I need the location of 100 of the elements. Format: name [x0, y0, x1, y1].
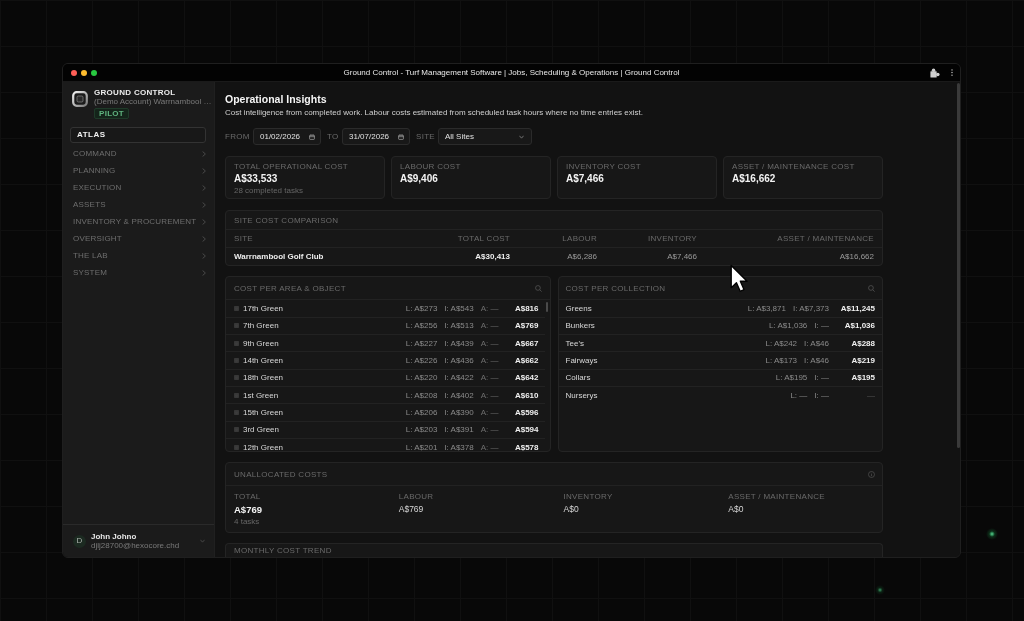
nav-item[interactable]: SYSTEM — [63, 264, 214, 281]
total-cost: A$578 — [514, 442, 539, 452]
area-name: 17th Green — [243, 304, 285, 314]
collection-name: Nurserys — [565, 391, 599, 401]
filter-label: FROM — [225, 132, 251, 142]
nav-item[interactable]: COMMAND — [63, 145, 214, 162]
table-cell: A$6,286 — [567, 252, 597, 262]
labour-cost: L: A$201 — [405, 442, 438, 452]
inventory-cost: I: A$391 — [444, 425, 474, 435]
window-title: Ground Control - Turf Management Software | Jobs, Scheduling & Operations | Ground Control — [343, 67, 680, 78]
table-cell: A$7,466 — [667, 252, 697, 262]
total-cost: A$816 — [514, 304, 539, 314]
nav-item[interactable]: THE LAB — [63, 247, 214, 264]
stat-label: LABOUR COST — [400, 161, 461, 171]
nav-item[interactable]: PLANNING — [63, 162, 214, 179]
area-name: 15th Green — [243, 408, 285, 418]
area-name: 9th Green — [243, 338, 280, 348]
chevron-right-icon — [202, 269, 206, 276]
inventory-cost: I: A$402 — [444, 390, 474, 400]
total-cost: — — [867, 391, 875, 401]
collection-name: Fairways — [565, 356, 599, 366]
panel-title: COST PER AREA & OBJECT — [234, 283, 346, 293]
asset-cost: A: — — [480, 425, 499, 435]
inventory-cost: I: — — [814, 391, 829, 401]
collection-name: Bunkers — [565, 321, 596, 331]
labour-cost: L: A$256 — [405, 321, 438, 331]
labour-cost: L: A$3,871 — [747, 304, 786, 314]
total-cost: A$195 — [851, 373, 875, 383]
asset-cost: A: — — [480, 338, 499, 348]
inventory-cost: I: A$513 — [444, 321, 474, 331]
table-cell: Warrnambool Golf Club — [234, 252, 324, 262]
area-name: 7th Green — [243, 321, 280, 331]
stat-label: ASSET / MAINTENANCE COST — [732, 161, 855, 171]
nav-item[interactable]: ASSETS — [63, 196, 214, 213]
metric-value: A$769 — [234, 504, 262, 516]
table-cell: A$30,413 — [475, 252, 510, 262]
collection-name: Collars — [565, 373, 592, 383]
inventory-cost: I: A$390 — [444, 408, 474, 418]
minimize-window-button[interactable] — [81, 69, 87, 76]
section-title: UNALLOCATED COSTS — [234, 469, 328, 479]
inventory-cost: I: A$436 — [444, 356, 474, 366]
labour-cost: L: A$242 — [765, 338, 798, 348]
labour-cost: L: A$227 — [405, 338, 438, 348]
inventory-cost: I: — — [814, 373, 829, 383]
site-select[interactable]: All Sites — [438, 128, 532, 146]
collection-name: Tee's — [565, 338, 585, 348]
workspace-button[interactable]: ATLAS — [70, 127, 206, 143]
area-name: 14th Green — [243, 356, 285, 366]
panel-title: COST PER COLLECTION — [565, 283, 666, 293]
total-cost: A$219 — [851, 356, 875, 366]
area-name: 12th Green — [243, 442, 285, 452]
column-header: INVENTORY — [647, 234, 697, 244]
asset-cost: A: — — [480, 321, 499, 331]
area-name: 3rd Green — [243, 425, 281, 435]
square-icon — [234, 340, 239, 346]
section-title: MONTHLY COST TREND — [234, 546, 332, 556]
calendar-icon[interactable] — [398, 133, 404, 140]
column-header: ASSET / MAINTENANCE — [777, 234, 874, 244]
asset-cost: A: — — [480, 373, 499, 383]
stat-value: A$9,406 — [400, 172, 438, 185]
labour-cost: L: A$173 — [765, 356, 798, 366]
chevron-right-icon — [202, 218, 206, 225]
scrollbar[interactable] — [956, 83, 960, 448]
total-cost: A$594 — [514, 425, 539, 435]
section-title: SITE COST COMPARISON — [234, 215, 339, 225]
column-header: TOTAL COST — [457, 234, 510, 244]
column-header: SITE — [234, 234, 253, 244]
puzzle-piece-icon[interactable] — [930, 67, 940, 78]
nav-item[interactable]: EXECUTION — [63, 179, 214, 196]
nav-item[interactable]: INVENTORY & PROCUREMENT — [63, 213, 214, 230]
nav-item[interactable]: OVERSIGHT — [63, 230, 214, 247]
metric-value: A$769 — [398, 504, 424, 516]
plan-badge: PILOT — [94, 108, 130, 119]
maximize-window-button[interactable] — [91, 69, 97, 76]
stat-value: A$16,662 — [732, 172, 776, 185]
chevron-right-icon — [202, 252, 206, 259]
date-field[interactable]: 01/02/2026 — [253, 128, 321, 146]
asset-cost: A: — — [480, 408, 499, 418]
labour-cost: L: A$203 — [405, 425, 438, 435]
inventory-cost: I: A$378 — [444, 442, 474, 452]
metric-value: A$0 — [563, 504, 579, 516]
metric-label: INVENTORY — [563, 492, 613, 502]
inventory-cost: I: — — [814, 321, 829, 331]
chevron-right-icon — [202, 167, 206, 174]
page-title: Operational Insights — [225, 93, 327, 105]
total-cost: A$610 — [514, 390, 539, 400]
total-cost: A$667 — [514, 338, 539, 348]
labour-cost: L: A$226 — [405, 356, 438, 366]
page-subtitle: Cost intelligence from completed work. Labour costs estimated from scheduled task hours where no time entries exist. — [225, 108, 643, 117]
close-window-button[interactable] — [71, 69, 77, 76]
scrollbar[interactable] — [545, 302, 548, 313]
square-icon — [234, 358, 239, 364]
stat-note: 28 completed tasks — [234, 185, 303, 195]
date-field[interactable]: 31/07/2026 — [342, 128, 410, 146]
asset-cost: A: — — [480, 390, 499, 400]
inventory-cost: I: A$46 — [804, 338, 829, 348]
user-email: djlj28700@hexocore.chd — [91, 541, 180, 550]
calendar-icon[interactable] — [309, 133, 315, 140]
stat-value: A$33,533 — [234, 172, 278, 185]
inventory-cost: I: A$46 — [804, 356, 829, 366]
